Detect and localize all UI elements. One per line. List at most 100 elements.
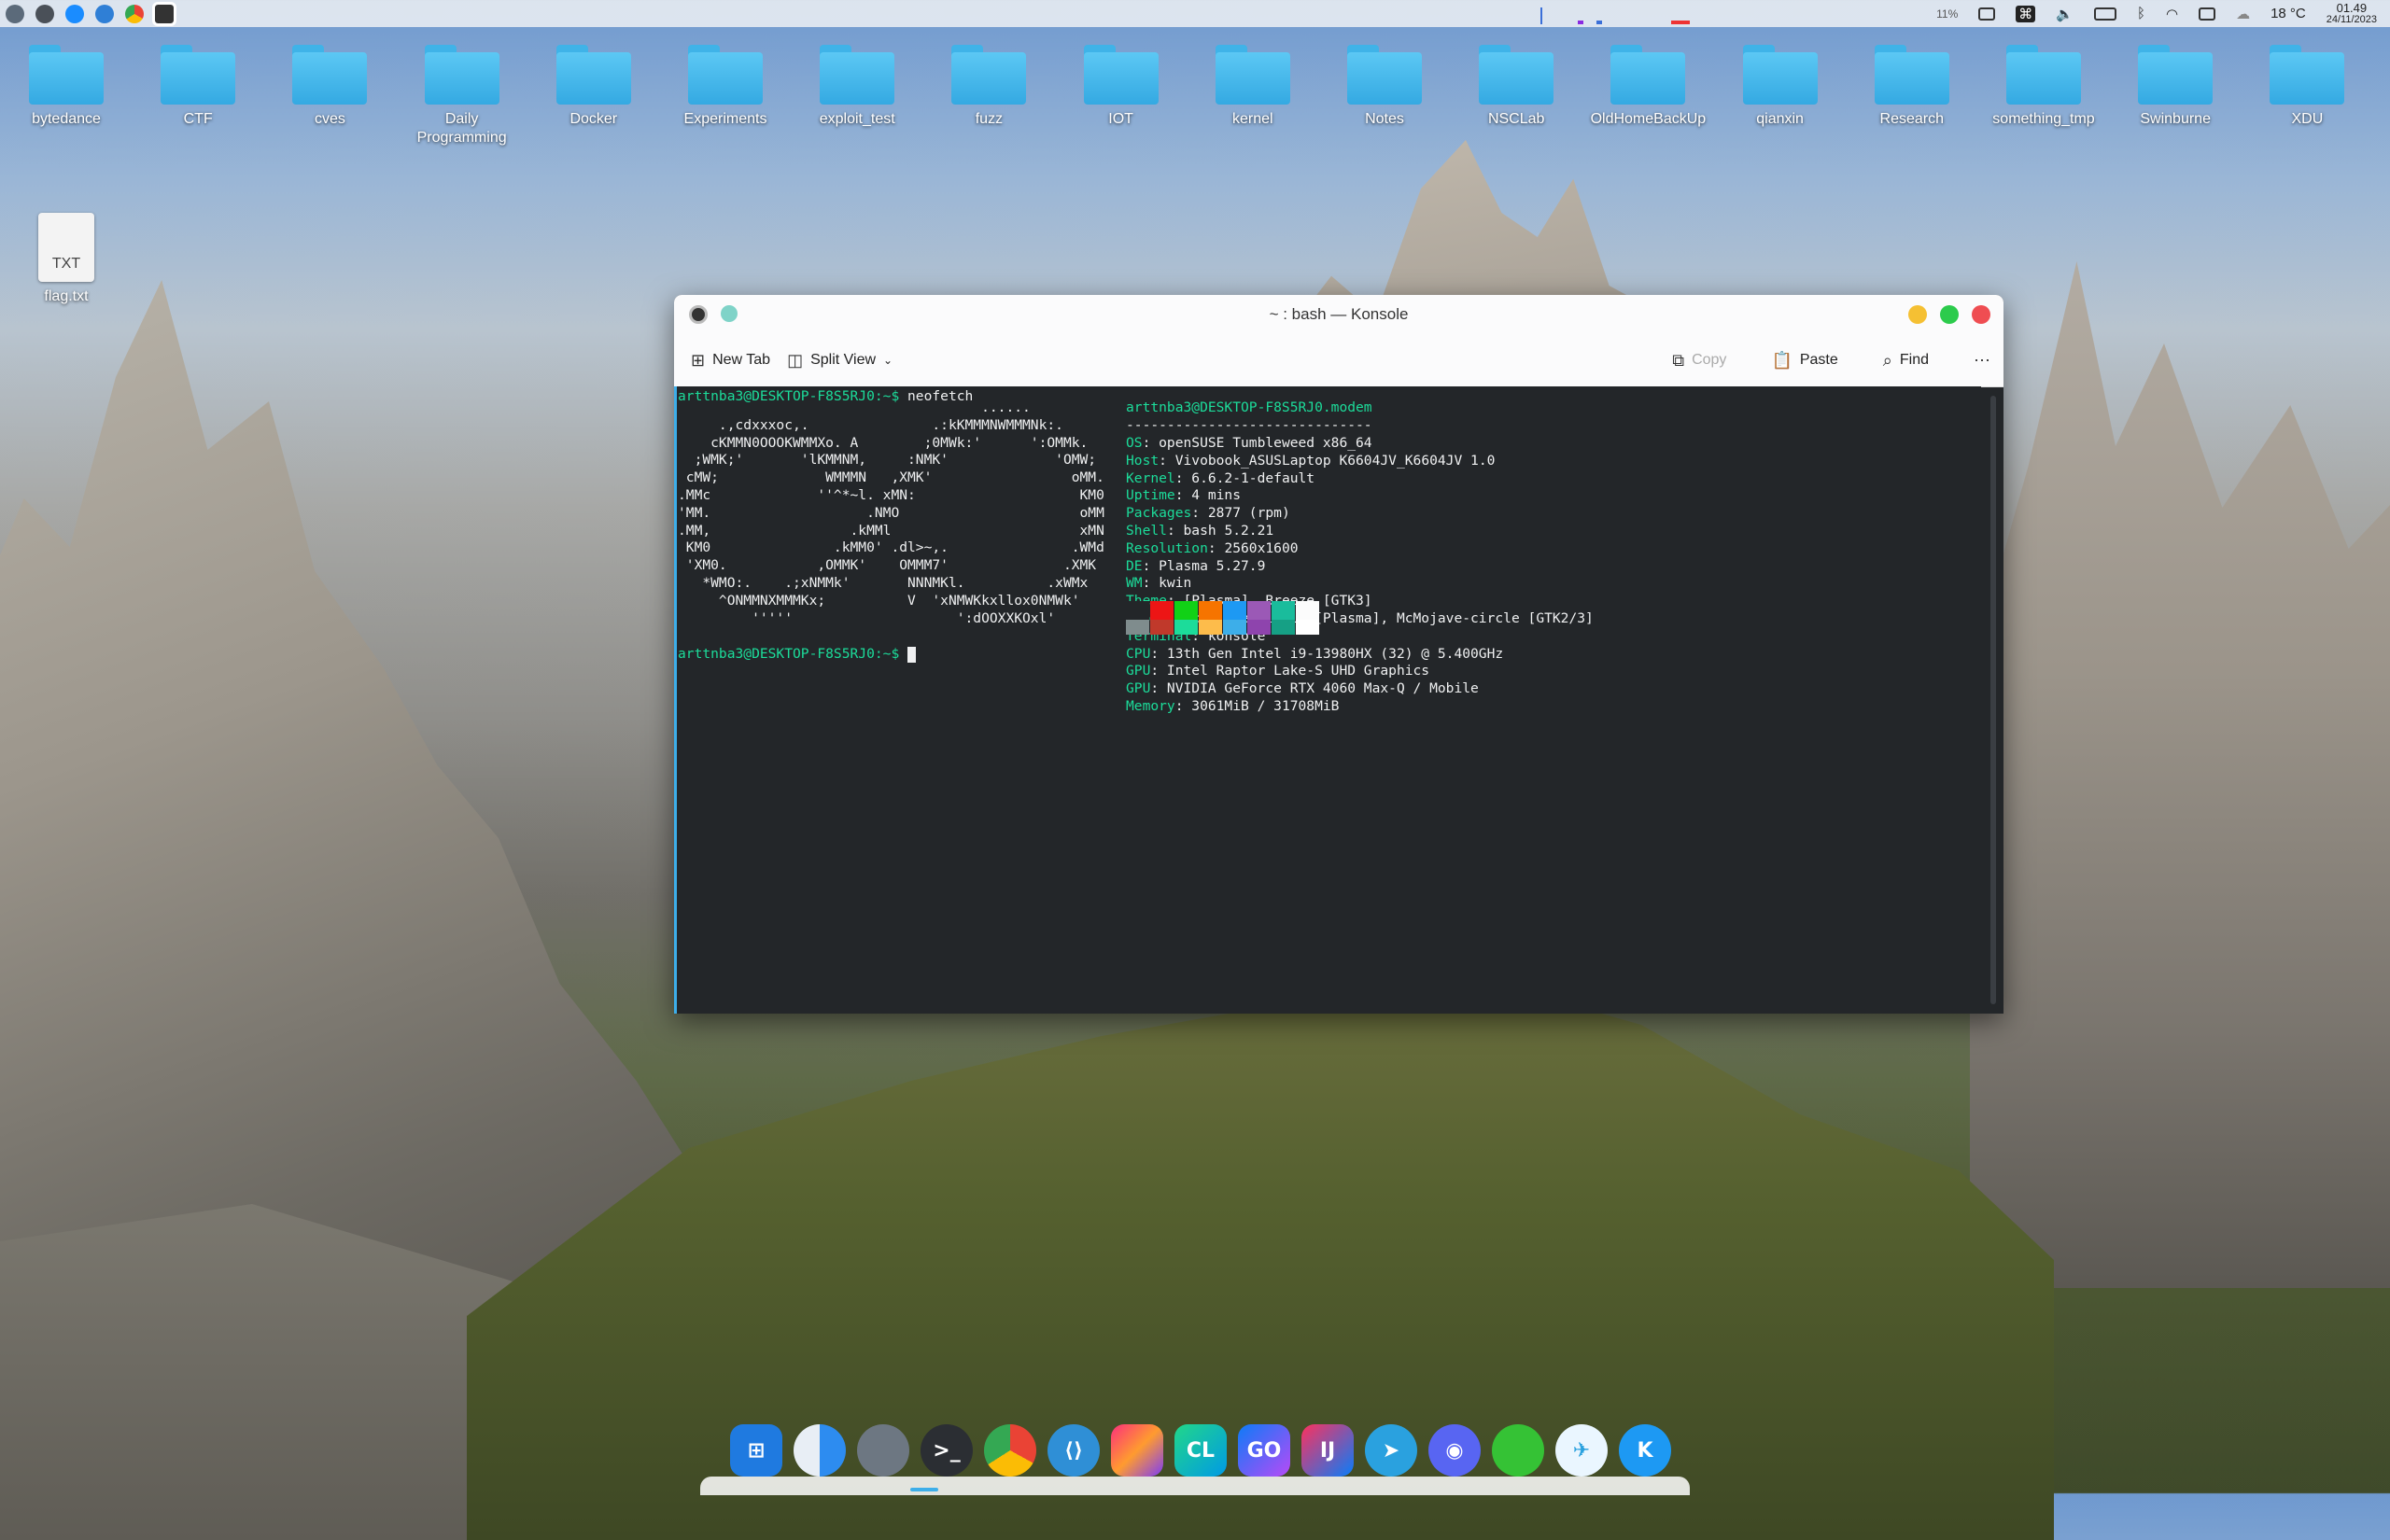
desktop-folder[interactable]: OldHomeBackUp [1587,37,1708,129]
desktop-folder[interactable]: Daily Programming [401,37,523,147]
palette-swatch [1296,601,1319,620]
folder-label: bytedance [32,111,101,127]
desktop-folder[interactable]: something_tmp [1983,37,2104,129]
terminal-scrollbar[interactable] [1990,396,1996,1004]
clock[interactable]: 01.49 24/11/2023 [2327,2,2377,26]
split-view-button[interactable]: ◫ Split View ⌄ [787,351,893,371]
info-key: GPU [1126,663,1151,679]
copy-button[interactable]: ⧉ Copy [1672,351,1726,371]
desktop-folder[interactable]: XDU [2246,37,2368,129]
desktop-folder[interactable]: qianxin [1720,37,1841,129]
new-tab-button[interactable]: ⊞ New Tab [691,351,770,371]
desktop-file-flag[interactable]: TXT flag.txt [6,207,127,306]
terminal-line-prompt: arttnba3@DESKTOP-F8S5RJ0:~$ [678,646,917,664]
minimize-button[interactable] [1908,305,1927,324]
palette-swatch [1199,601,1222,620]
folder-icon [1083,45,1159,105]
folder-label: IOT [1108,111,1133,127]
clion-icon[interactable]: CL [1174,1424,1227,1477]
desktop-folder[interactable]: fuzz [928,37,1049,129]
pin-button[interactable] [721,305,738,322]
settings-icon[interactable] [35,4,54,23]
info-key: Memory [1126,698,1175,714]
finder-icon[interactable] [794,1424,846,1477]
ascii-line: KM0 .kMM0' .dl>~,. .WMd [678,539,1104,556]
info-row: Uptime: 4 mins [1126,487,1241,505]
system-monitor-icon[interactable] [6,4,24,23]
info-key: WM [1126,575,1143,592]
split-view-label: Split View [810,352,877,368]
desktop-folder[interactable]: IOT [1061,37,1182,129]
bluetooth-icon[interactable]: ᛒ [2137,6,2145,21]
konsole-active-icon[interactable] [152,1,176,26]
desktop-folder[interactable]: Docker [533,37,654,129]
maximize-button[interactable] [1940,305,1959,324]
more-menu-button[interactable]: ⋯ [1974,351,1990,371]
info-value: : 2877 (rpm) [1191,505,1290,522]
discord-icon[interactable]: ◉ [1428,1424,1481,1477]
folder-label: CTF [183,111,213,127]
control-center-icon[interactable] [2199,7,2216,21]
desktop-folder[interactable]: Swinburne [2115,37,2236,129]
intellij-icon[interactable]: IJ [1301,1424,1354,1477]
desktop-folder[interactable]: NSCLab [1455,37,1577,129]
jetbrains-toolbox-icon[interactable] [1111,1424,1163,1477]
desktop-folder[interactable]: cves [269,37,390,129]
info-key: OS [1126,435,1143,451]
clipboard-icon[interactable] [1978,7,1996,21]
paste-button[interactable]: 📋 Paste [1771,351,1837,371]
folder-icon [292,45,368,105]
desktop-folder[interactable]: bytedance [6,37,127,129]
terminal-icon[interactable]: >_ [921,1424,973,1477]
info-key: Packages [1126,505,1192,522]
palette-swatch [1174,620,1198,635]
desktop-folder[interactable]: Experiments [665,37,786,129]
info-value: : 6.6.2-1-default [1174,469,1315,486]
ascii-line: 'MM. .NMO oMM [678,504,1104,521]
ascii-line: ^ONMMNXMMMKx; V 'xNMWKkxllox0NMWk' [678,592,1080,609]
feishu-icon[interactable]: ✈ [1555,1424,1608,1477]
ascii-line: ;WMK;' 'lKMMNM, :NMK' 'OMW; [678,452,1097,469]
kde-connect-icon[interactable]: K [1619,1424,1671,1477]
folder-label: exploit_test [819,111,895,127]
ascii-line: .MM, .kMMl xMN [678,522,1104,539]
split-view-icon: ◫ [787,350,804,370]
edge-icon[interactable] [95,4,114,23]
app-menu-icon[interactable] [689,305,708,324]
folder-icon [2270,45,2345,105]
goland-icon[interactable]: GO [1238,1424,1290,1477]
desktop-folder[interactable]: Research [1851,37,1973,129]
palette-swatch [1150,601,1174,620]
window-titlebar[interactable]: ~ : bash — Konsole [674,295,2003,334]
settings-icon[interactable] [857,1424,909,1477]
weather-cloud-icon[interactable]: ☁ [2236,6,2250,22]
ascii-line: cKMMN0OOOKWMMXo. A ;0MWk:' ':OMMk. [678,434,1089,451]
copy-icon: ⧉ [1672,350,1685,370]
weather-temperature[interactable]: 18 °C [2270,6,2306,21]
folder-label: Swinburne [2140,111,2211,127]
info-key: DE [1126,557,1143,574]
info-row: Resolution: 2560x1600 [1126,540,1299,558]
windows-icon[interactable]: ⊞ [730,1424,782,1477]
desktop-folder[interactable]: exploit_test [796,37,918,129]
terminal-output[interactable]: arttnba3@DESKTOP-F8S5RJ0:~$ neofetch ...… [674,386,1981,1014]
volume-icon[interactable]: 🔈 [2056,6,2074,22]
app-store-icon[interactable] [65,4,84,23]
close-button[interactable] [1972,305,1990,324]
wifi-icon[interactable]: ◠ [2166,6,2178,22]
wechat-icon[interactable] [1492,1424,1544,1477]
desktop-folder[interactable]: CTF [137,37,259,129]
telegram-icon[interactable]: ➤ [1365,1424,1417,1477]
ascii-line: ...... [678,399,1031,415]
find-label: Find [1899,352,1929,368]
command-key-icon[interactable]: ⌘ [2016,5,2036,22]
desktop-folder[interactable]: kernel [1192,37,1314,129]
vscode-icon[interactable]: ⟨⟩ [1047,1424,1100,1477]
chrome-icon[interactable] [125,4,144,23]
cpu-usage[interactable]: 11% [1936,7,1958,21]
chrome-icon[interactable] [984,1424,1036,1477]
desktop-folder[interactable]: Notes [1324,37,1445,129]
battery-icon[interactable] [2093,7,2116,21]
folder-label: fuzz [975,111,1004,127]
find-button[interactable]: ⌕ Find [1883,351,1929,371]
